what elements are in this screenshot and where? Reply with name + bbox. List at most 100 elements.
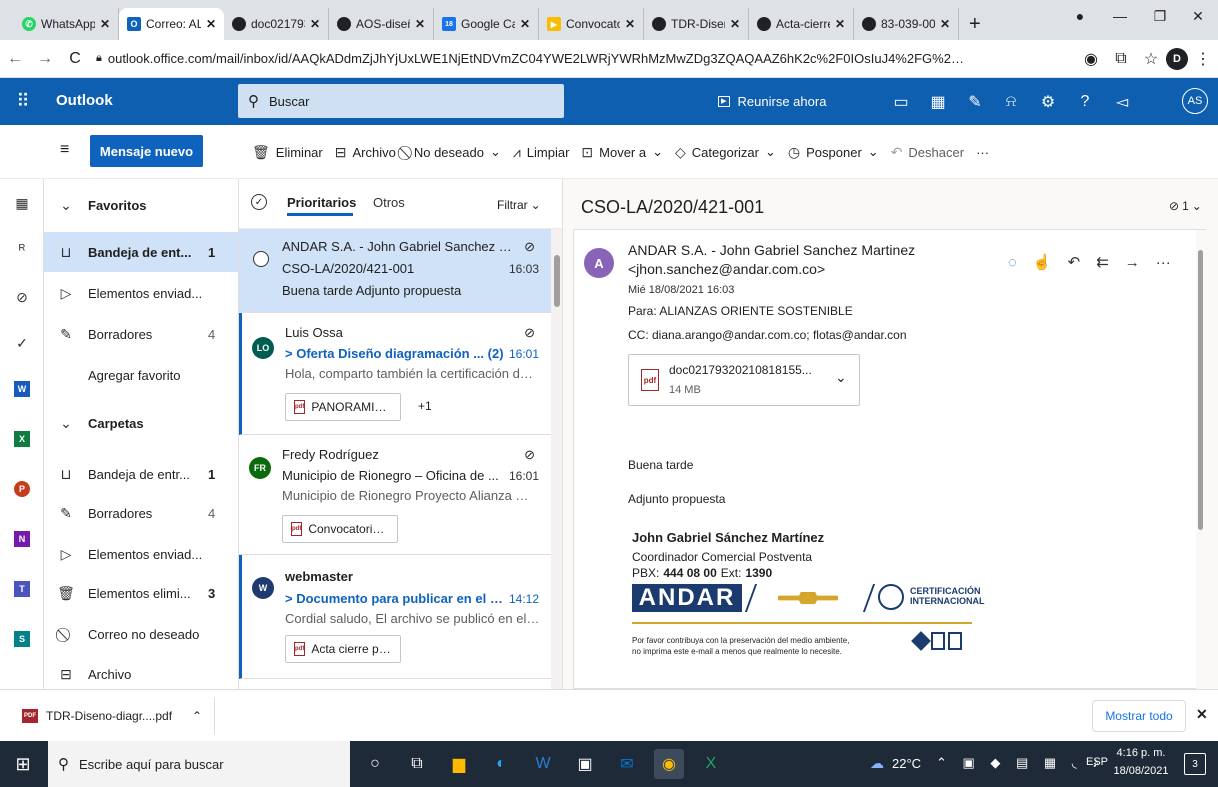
attachment-count-button[interactable]: ⊘ 1 ⌄ (1169, 199, 1202, 213)
delete-button[interactable]: 🗑︎ Eliminar (252, 144, 323, 161)
new-message-button[interactable]: Mensaje nuevo (90, 135, 203, 167)
close-icon[interactable]: ✕ (625, 17, 635, 31)
undo-button[interactable]: ↶ Deshacer (891, 144, 964, 161)
feedback-icon[interactable]: ✎ (960, 78, 990, 125)
more-actions-button[interactable]: ··· (976, 145, 989, 160)
favorite-drafts[interactable]: ✎ Borradores 4 (44, 314, 238, 354)
folder-archive[interactable]: ⊟ Archivo (44, 654, 238, 694)
list-item[interactable]: ANDAR S.A. - John Gabriel Sanchez M... ⊘… (239, 229, 551, 313)
bookmark-star-icon[interactable]: ☆ (1136, 49, 1166, 69)
chrome-icon[interactable]: ◉ (654, 749, 684, 779)
list-item[interactable]: FR Fredy Rodríguez ⊘ Municipio de Rioneg… (239, 435, 551, 555)
teams-icon[interactable]: T (14, 581, 30, 597)
tab-search-icon[interactable]: ● (1060, 0, 1100, 32)
megaphone-icon[interactable]: ◅ (1107, 78, 1137, 125)
like-icon[interactable]: ☝ (1033, 253, 1052, 271)
junk-button[interactable]: ⃠No deseado⌄ (408, 144, 501, 161)
paperclip-icon[interactable]: ⊘ (10, 285, 34, 309)
sway-icon[interactable]: S (14, 631, 30, 647)
tab-outlook[interactable]: O Correo: AL ✕ (119, 8, 224, 40)
chevron-down-icon[interactable]: ⌄ (835, 369, 847, 386)
sender-email[interactable]: <jhon.sanchez@andar.com.co> (628, 261, 825, 277)
help-icon[interactable]: ? (1070, 78, 1100, 125)
notifications-icon[interactable]: 3 (1184, 753, 1206, 775)
folder-drafts[interactable]: ✎ Borradores 4 (44, 493, 238, 533)
temperature[interactable]: 22°C (892, 756, 921, 771)
folder-junk[interactable]: ⃠Correo no deseado (44, 614, 238, 654)
language-indicator[interactable]: ESP (1086, 756, 1108, 768)
cc-recipients[interactable]: CC: diana.arango@andar.com.co; flotas@an… (628, 328, 907, 342)
close-icon[interactable]: ✕ (310, 17, 320, 31)
select-circle[interactable] (253, 251, 269, 267)
attachment-chip[interactable]: pdf Convocatoria C... (282, 515, 398, 543)
tab-convocatoria[interactable]: ▶ Convocato ✕ (539, 8, 644, 40)
tab-whatsapp[interactable]: ✆ WhatsApp ✕ (14, 8, 119, 40)
browser-menu-icon[interactable]: ⋮ (1188, 49, 1218, 69)
move-to-button[interactable]: ⊡ Mover a ⌄ (581, 144, 663, 161)
edge-icon[interactable]: ◐ (486, 749, 516, 779)
close-icon[interactable]: ✕ (206, 17, 216, 31)
search-input[interactable]: ⚲ Buscar (238, 84, 564, 118)
add-favorite[interactable]: Agregar favorito (44, 355, 238, 395)
reply-icon[interactable]: ↶ (1068, 253, 1081, 271)
excel-icon[interactable]: X (14, 431, 30, 447)
to-recipients[interactable]: Para: ALIANZAS ORIENTE SOSTENIBLE (628, 304, 853, 318)
clock-date[interactable]: 18/08/2021 (1112, 765, 1170, 777)
meet-now-button[interactable]: ▸ Reunirse ahora (718, 78, 826, 125)
store-icon[interactable]: ▣ (570, 749, 600, 779)
clock-time[interactable]: 4:16 p. m. (1116, 747, 1166, 759)
tab-83-039[interactable]: 83-039-00 ✕ (854, 8, 959, 40)
minimize-icon[interactable]: — (1100, 0, 1140, 32)
new-tab-button[interactable]: + (959, 8, 991, 40)
tab-other[interactable]: Otros (373, 195, 405, 210)
powerpoint-icon[interactable]: P (14, 481, 30, 497)
tab-focused[interactable]: Prioritarios (287, 195, 356, 210)
file-explorer-icon[interactable]: ▆ (444, 749, 474, 779)
snooze-button[interactable]: ◷ Posponer ⌄ (788, 144, 879, 161)
calendar-icon[interactable]: ▦ (10, 191, 34, 215)
gear-icon[interactable]: ⚙ (1033, 78, 1063, 125)
close-icon[interactable]: ✕ (835, 17, 845, 31)
user-avatar[interactable]: AS (1182, 88, 1208, 114)
folder-sent[interactable]: ▷ Elementos enviad... (44, 534, 238, 574)
system-tray-icons[interactable]: ⌃ ▣ ◆ ▤ ▦ ◟ ♪ (936, 755, 1105, 771)
close-icon[interactable]: ✕ (940, 17, 950, 31)
app-launcher-icon[interactable]: ⠿ (8, 78, 38, 125)
tab-acta[interactable]: Acta-cierre ✕ (749, 8, 854, 40)
categorize-button[interactable]: ◇ Categorizar ⌄ (675, 144, 776, 161)
attachment-chip[interactable]: pdf PANORAMICA ... (285, 393, 401, 421)
extension-icon[interactable]: ◉ (1076, 49, 1106, 69)
tab-google-calendar[interactable]: 18 Google Cal ✕ (434, 8, 539, 40)
close-icon[interactable]: ✕ (100, 17, 110, 31)
excel-taskbar-icon[interactable]: X (696, 749, 726, 779)
restore-icon[interactable]: ❐ (1140, 0, 1180, 32)
mail-taskbar-icon[interactable]: ✉ (612, 749, 642, 779)
word-icon[interactable]: W (14, 381, 30, 397)
list-item[interactable]: LO Luis Ossa ⊘ > Oferta Diseño diagramac… (239, 313, 551, 435)
extensions-puzzle-icon[interactable]: ⧉ (1106, 50, 1136, 68)
archive-button[interactable]: ⊟ Archivo (335, 144, 396, 161)
favorite-sent[interactable]: ▷ Elementos enviad... (44, 273, 238, 313)
favorites-header[interactable]: ⌄ Favoritos (44, 185, 238, 225)
folders-header[interactable]: ⌄ Carpetas (44, 403, 238, 443)
office-word-icon[interactable]: ▦ (923, 78, 953, 125)
people-icon[interactable]: ᴿ (10, 237, 34, 261)
tab-tdr[interactable]: TDR-Diseñ ✕ (644, 8, 749, 40)
attachment-chip[interactable]: pdf Acta cierre prop... (285, 635, 401, 663)
message-list-scrollbar[interactable] (551, 229, 562, 689)
reload-icon[interactable]: C (60, 50, 90, 68)
task-view-icon[interactable]: ⧉ (402, 749, 432, 779)
scrollbar-thumb[interactable] (1198, 250, 1203, 530)
app-title[interactable]: Outlook (56, 92, 113, 109)
tab-doc[interactable]: doc021793 ✕ (224, 8, 329, 40)
select-all-checkbox[interactable]: ✓ (251, 194, 267, 210)
more-attachments[interactable]: +1 (418, 399, 432, 413)
reply-all-icon[interactable]: ⇇ (1096, 253, 1109, 271)
attachment-card[interactable]: pdf doc02179320210818155... 14 MB ⌄ (628, 354, 860, 406)
more-icon[interactable]: ··· (1156, 254, 1171, 271)
forward-icon[interactable]: → (30, 50, 60, 68)
folder-deleted[interactable]: 🗑︎ Elementos elimi... 3 (44, 573, 238, 613)
skype-chat-icon[interactable]: ▭ (886, 78, 916, 125)
close-icon[interactable]: ✕ (520, 17, 530, 31)
url-field[interactable]: 🔒︎ outlook.office.com/mail/inbox/id/AAQk… (96, 51, 1076, 66)
